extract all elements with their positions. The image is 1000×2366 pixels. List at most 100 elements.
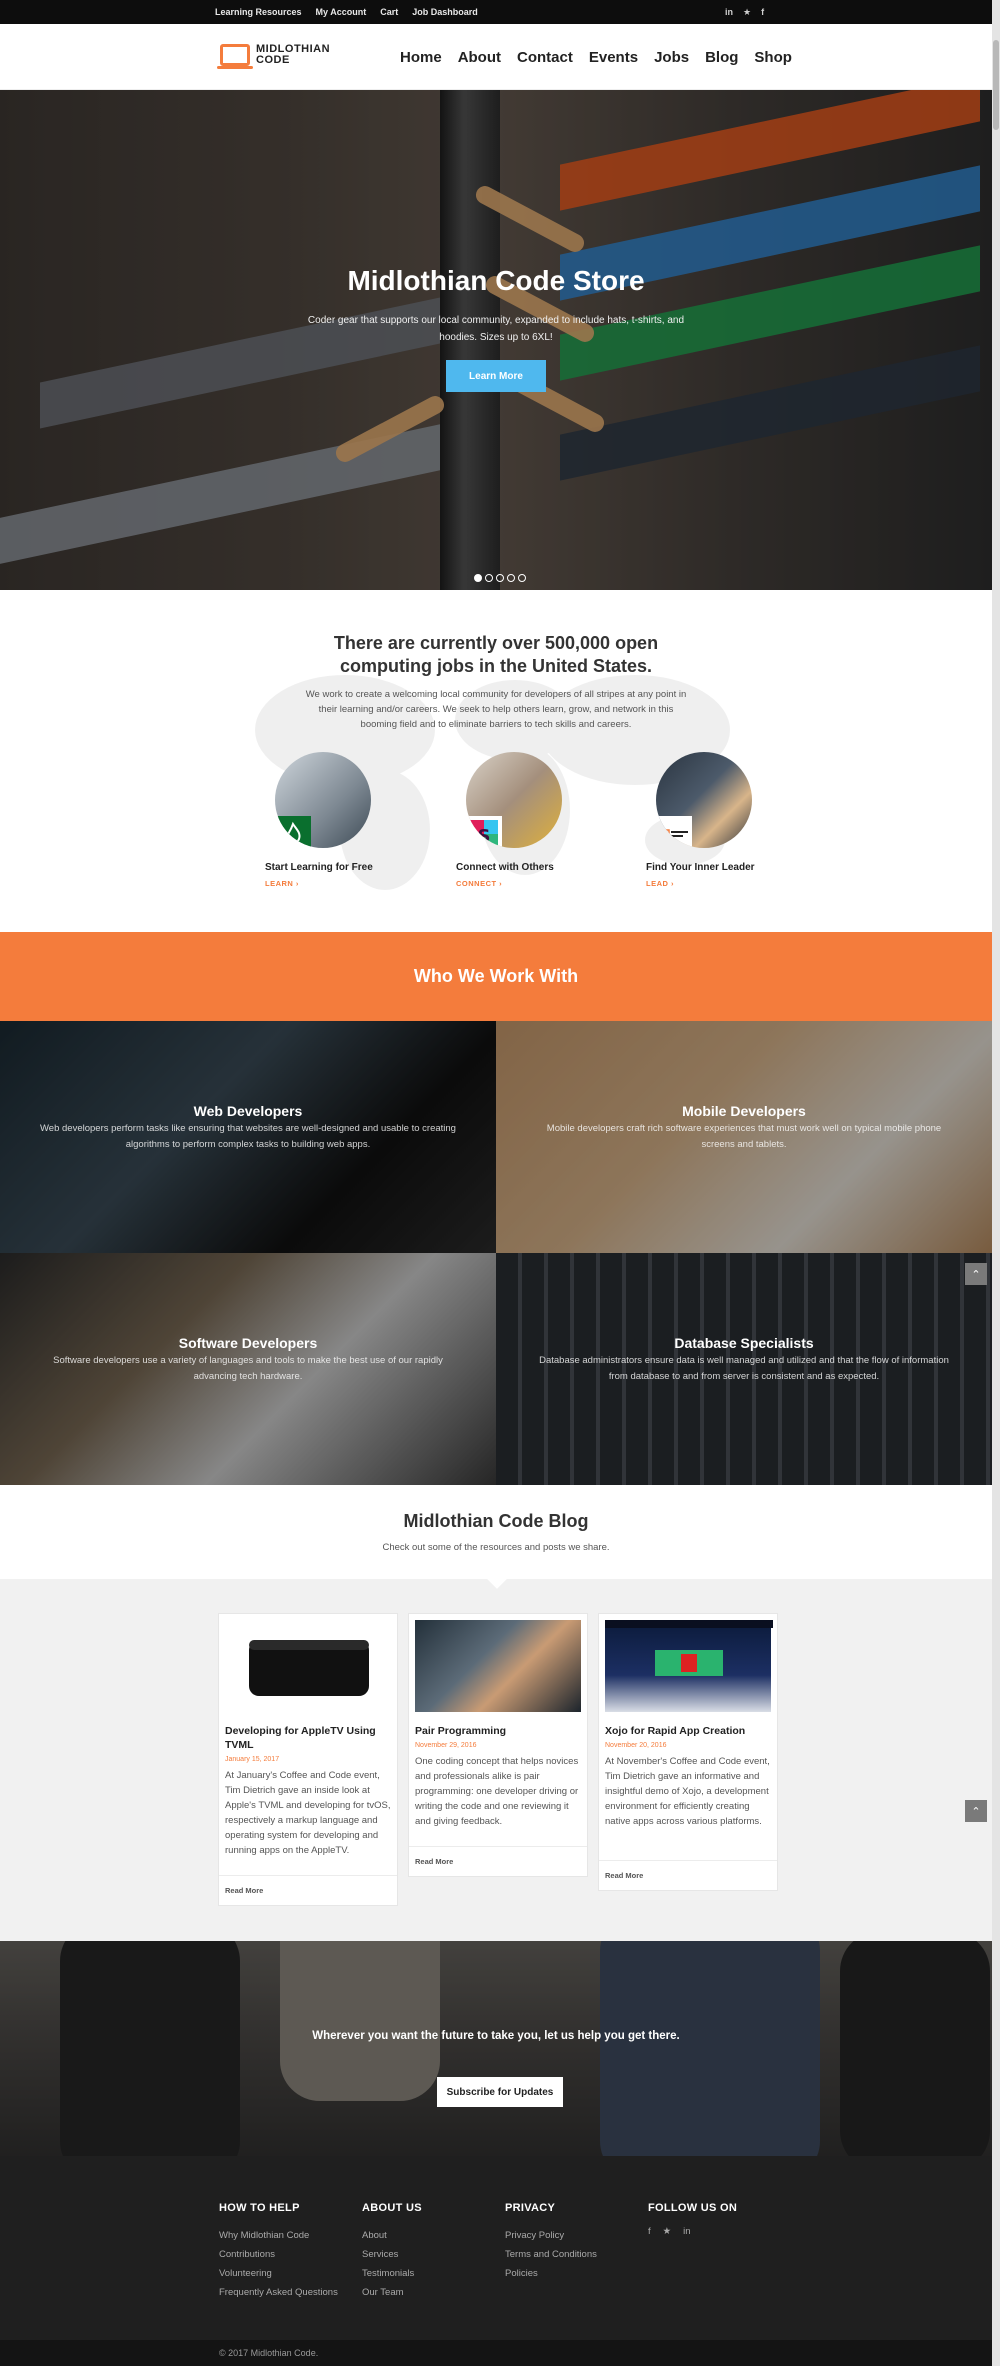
facebook-icon[interactable]: f bbox=[761, 7, 764, 17]
footer-col-title: PRIVACY bbox=[505, 2202, 556, 2214]
utility-link-cart[interactable]: Cart bbox=[380, 7, 398, 17]
svg-text:S: S bbox=[478, 826, 491, 847]
back-to-top-icon[interactable]: ⌃ bbox=[965, 1800, 987, 1822]
blog-card[interactable]: Pair Programming November 29, 2016 One c… bbox=[408, 1613, 588, 1877]
logo-text: MIDLOTHIAN CODE bbox=[256, 44, 330, 66]
blog-heading: Midlothian Code Blog bbox=[403, 1511, 589, 1531]
facebook-icon[interactable]: f bbox=[648, 2226, 651, 2237]
nav-jobs[interactable]: Jobs bbox=[654, 49, 689, 66]
slider-dot[interactable] bbox=[496, 574, 504, 582]
subscribe-text: Wherever you want the future to take you… bbox=[312, 2030, 680, 2042]
blog-section: Developing for AppleTV Using TVML Januar… bbox=[0, 1579, 992, 1941]
read-more-link[interactable]: Read More bbox=[409, 1846, 587, 1876]
hero-learn-more-button[interactable]: Learn More bbox=[446, 360, 546, 392]
footer-col-follow: FOLLOW US ON f ★ in bbox=[648, 2202, 737, 2237]
blog-card[interactable]: Developing for AppleTV Using TVML Januar… bbox=[218, 1613, 398, 1906]
top-social-links: in ★ f bbox=[725, 0, 764, 24]
connect-image: S bbox=[466, 752, 562, 848]
nav-blog[interactable]: Blog bbox=[705, 49, 738, 66]
appletv-image bbox=[225, 1620, 391, 1712]
midlothian-code-logo-icon bbox=[656, 816, 692, 848]
tile-title: Web Developers bbox=[193, 1103, 303, 1119]
blog-card[interactable]: Xojo for Rapid App Creation November 20,… bbox=[598, 1613, 778, 1891]
xojo-screenshot-icon bbox=[605, 1620, 773, 1676]
linkedin-icon[interactable]: in bbox=[683, 2226, 690, 2237]
connect-link[interactable]: CONNECT › bbox=[456, 879, 606, 888]
read-more-link[interactable]: Read More bbox=[599, 1860, 777, 1890]
jobs-heading: There are currently over 500,000 open co… bbox=[333, 633, 659, 676]
learn-image bbox=[275, 752, 371, 848]
footer-link[interactable]: Terms and Conditions bbox=[505, 2245, 597, 2264]
footer-col-privacy: PRIVACY Privacy Policy Terms and Conditi… bbox=[505, 2202, 597, 2283]
tile-title: Mobile Developers bbox=[682, 1103, 806, 1119]
nav-about[interactable]: About bbox=[458, 49, 501, 66]
blog-post-excerpt: At November's Coffee and Code event, Tim… bbox=[605, 1756, 770, 1827]
site-footer: HOW TO HELP Why Midlothian Code Contribu… bbox=[0, 2156, 1000, 2340]
back-to-top-icon[interactable]: ⌃ bbox=[965, 1263, 987, 1285]
utility-link-learning-resources[interactable]: Learning Resources bbox=[215, 7, 302, 17]
footer-link[interactable]: Policies bbox=[505, 2264, 597, 2283]
who-we-work-with-band: Who We Work With bbox=[0, 932, 992, 1021]
twitter-icon[interactable]: ★ bbox=[743, 7, 751, 18]
nav-shop[interactable]: Shop bbox=[754, 49, 792, 66]
tile-text: Database administrators ensure data is w… bbox=[539, 1355, 949, 1382]
footer-col-how-to-help: HOW TO HELP Why Midlothian Code Contribu… bbox=[219, 2202, 338, 2302]
nav-events[interactable]: Events bbox=[589, 49, 638, 66]
slack-icon: S bbox=[466, 816, 502, 848]
subscribe-button[interactable]: Subscribe for Updates bbox=[437, 2077, 563, 2107]
slider-dot[interactable] bbox=[485, 574, 493, 582]
nav-contact[interactable]: Contact bbox=[517, 49, 573, 66]
blog-post-title[interactable]: Xojo for Rapid App Creation bbox=[605, 1724, 771, 1738]
tile-text: Software developers use a variety of lan… bbox=[53, 1355, 443, 1382]
slider-dot[interactable] bbox=[507, 574, 515, 582]
footer-link[interactable]: Volunteering bbox=[219, 2264, 338, 2283]
slider-dots bbox=[474, 574, 526, 582]
tile-title: Database Specialists bbox=[674, 1335, 814, 1351]
footer-link[interactable]: Why Midlothian Code bbox=[219, 2226, 338, 2245]
learn-link[interactable]: LEARN › bbox=[265, 879, 415, 888]
tile-text: Mobile developers craft rich software ex… bbox=[546, 1123, 942, 1150]
blog-post-title[interactable]: Pair Programming bbox=[415, 1724, 581, 1738]
utility-link-my-account[interactable]: My Account bbox=[316, 7, 367, 17]
feature-lead: Find Your Inner Leader LEAD › bbox=[646, 752, 796, 888]
slider-dot[interactable] bbox=[474, 574, 482, 582]
blog-post-title[interactable]: Developing for AppleTV Using TVML bbox=[225, 1724, 391, 1752]
nav-home[interactable]: Home bbox=[400, 49, 442, 66]
footer-col-title: FOLLOW US ON bbox=[648, 2202, 738, 2214]
tile-web-developers[interactable]: Web Developers Web developers perform ta… bbox=[0, 1021, 496, 1253]
copyright: © 2017 Midlothian Code. bbox=[219, 2348, 319, 2358]
tile-database-specialists[interactable]: Database Specialists Database administra… bbox=[496, 1253, 992, 1485]
footer-link[interactable]: Services bbox=[362, 2245, 422, 2264]
read-more-link[interactable]: Read More bbox=[219, 1875, 397, 1905]
page-scrollbar[interactable] bbox=[992, 0, 1000, 2366]
subscribe-overlay bbox=[0, 1941, 1000, 2156]
feature-learn: Start Learning for Free LEARN › bbox=[265, 752, 415, 888]
footer-link[interactable]: Testimonials bbox=[362, 2264, 422, 2283]
blog-post-excerpt: One coding concept that helps novices an… bbox=[415, 1756, 579, 1827]
site-header: MIDLOTHIAN CODE Home About Contact Event… bbox=[0, 24, 1000, 90]
footer-link[interactable]: Our Team bbox=[362, 2283, 422, 2302]
feature-title: Find Your Inner Leader bbox=[646, 862, 755, 873]
utility-link-job-dashboard[interactable]: Job Dashboard bbox=[412, 7, 478, 17]
feature-title: Start Learning for Free bbox=[265, 862, 373, 873]
scrollbar-thumb[interactable] bbox=[993, 40, 999, 130]
site-logo[interactable]: MIDLOTHIAN CODE bbox=[217, 44, 330, 69]
jobs-section: There are currently over 500,000 open co… bbox=[0, 590, 992, 932]
tile-mobile-developers[interactable]: Mobile Developers Mobile developers craf… bbox=[496, 1021, 992, 1253]
footer-link[interactable]: About bbox=[362, 2226, 422, 2245]
hero-title: Midlothian Code Store bbox=[347, 265, 645, 296]
audience-tiles: Web Developers Web developers perform ta… bbox=[0, 1021, 992, 1486]
xojo-image bbox=[605, 1620, 773, 1712]
footer-link[interactable]: Contributions bbox=[219, 2245, 338, 2264]
footer-link[interactable]: Privacy Policy bbox=[505, 2226, 597, 2245]
tile-software-developers[interactable]: Software Developers Software developers … bbox=[0, 1253, 496, 1485]
lead-link[interactable]: LEAD › bbox=[646, 879, 796, 888]
linkedin-icon[interactable]: in bbox=[725, 7, 733, 17]
slider-dot[interactable] bbox=[518, 574, 526, 582]
lead-image bbox=[656, 752, 752, 848]
pair-programming-image bbox=[415, 1620, 581, 1712]
feature-title: Connect with Others bbox=[456, 862, 554, 873]
twitter-icon[interactable]: ★ bbox=[663, 2226, 672, 2237]
footer-link[interactable]: Frequently Asked Questions bbox=[219, 2283, 338, 2302]
blog-subheading: Check out some of the resources and post… bbox=[382, 1542, 610, 1553]
